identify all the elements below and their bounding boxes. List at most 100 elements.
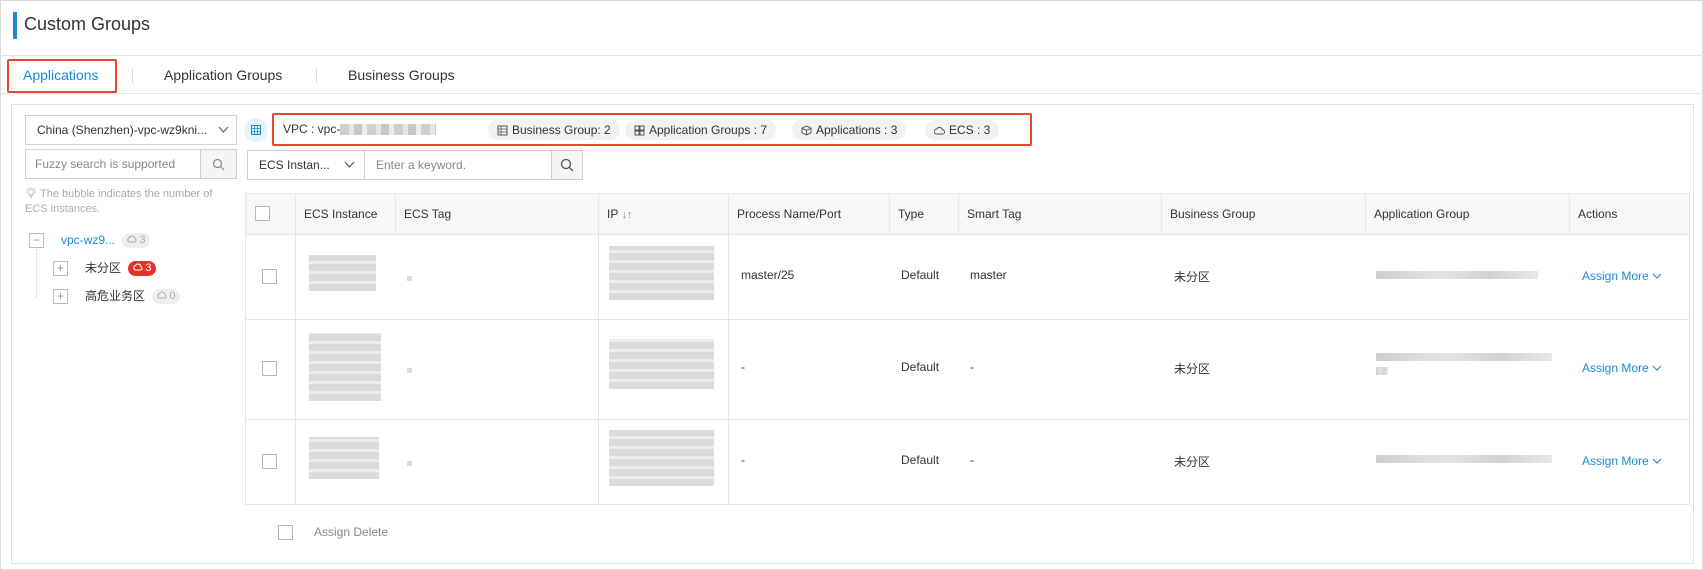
column-header-actions: Actions — [1578, 207, 1618, 221]
tree-expand-toggle[interactable]: + — [53, 261, 68, 276]
type-cell: Default — [901, 360, 940, 374]
column-divider — [598, 193, 599, 505]
filter-field-select[interactable]: ECS Instan... — [247, 150, 365, 180]
tree-search — [25, 149, 237, 179]
tab-divider — [316, 68, 317, 83]
cube-icon — [801, 125, 812, 136]
redacted-application-group — [1376, 455, 1552, 463]
bulk-select-checkbox[interactable] — [278, 525, 293, 540]
keyword-search-button[interactable] — [551, 151, 582, 179]
ecs-count-badge: 3 — [128, 261, 157, 276]
tree-node-label: vpc-wz9... — [61, 233, 116, 247]
lightbulb-icon — [26, 187, 36, 198]
row-actions: Assign More — [1582, 454, 1662, 468]
tab-bar: Applications Application Groups Business… — [0, 56, 1703, 94]
keyword-search — [364, 150, 583, 180]
tree-node-label: 高危业务区 — [85, 289, 146, 303]
vpc-id: VPC : vpc- — [283, 122, 437, 136]
row-checkbox[interactable] — [262, 361, 277, 376]
ecs-pill: ECS : 3 — [925, 120, 1000, 140]
assign-link[interactable]: Assign — [1582, 269, 1618, 283]
type-cell: Default — [901, 453, 940, 467]
type-cell: Default — [901, 268, 940, 282]
column-divider — [1365, 193, 1366, 235]
more-dropdown[interactable]: More — [1621, 361, 1662, 375]
tab-business-groups[interactable]: Business Groups — [348, 56, 455, 94]
more-dropdown[interactable]: More — [1621, 269, 1662, 283]
column-divider — [295, 193, 296, 505]
tree-connector — [36, 249, 37, 297]
tree-node-high-risk[interactable]: 高危业务区 0 — [85, 286, 181, 306]
smart-tag-cell: master — [970, 268, 1007, 282]
column-header-application-group: Application Group — [1374, 207, 1470, 221]
row-checkbox[interactable] — [262, 454, 277, 469]
more-dropdown[interactable]: More — [1621, 454, 1662, 468]
keyword-input[interactable] — [365, 151, 552, 179]
search-button[interactable] — [200, 150, 236, 178]
smart-tag-cell: - — [970, 360, 974, 374]
ecs-count-badge: 0 — [152, 289, 181, 304]
business-group-cell: 未分区 — [1174, 362, 1211, 376]
tree-node-vpc[interactable]: vpc-wz9... 3 — [61, 230, 151, 250]
process-cell: - — [741, 360, 745, 374]
region-select-value: China (Shenzhen)-vpc-wz9kni... — [37, 123, 208, 137]
row-actions: Assign More — [1582, 361, 1662, 375]
applications-pill: Applications : 3 — [792, 120, 907, 140]
assign-link[interactable]: Assign — [1582, 361, 1618, 375]
column-divider — [1569, 193, 1570, 235]
applications-table: ECS Instance ECS Tag IP ↓↑ Process Name/… — [245, 193, 1690, 505]
column-divider — [728, 193, 729, 505]
vpc-icon — [244, 118, 268, 142]
tab-applications[interactable]: Applications — [23, 56, 99, 94]
redacted-vpc-id — [340, 124, 437, 136]
bubble-hint: The bubble indicates the number of ECS i… — [25, 187, 230, 217]
tree-search-input[interactable] — [26, 150, 201, 178]
redacted-ecs-tag — [407, 276, 412, 281]
column-divider — [395, 193, 396, 235]
business-group-cell: 未分区 — [1174, 455, 1211, 469]
grid-icon — [497, 125, 508, 136]
redacted-ip — [609, 339, 714, 389]
hint-text: The bubble indicates the number of ECS i… — [25, 188, 213, 215]
row-actions: Assign More — [1582, 269, 1662, 283]
select-all-checkbox[interactable] — [255, 206, 270, 221]
region-select[interactable]: China (Shenzhen)-vpc-wz9kni... — [25, 115, 237, 145]
cloud-icon — [933, 126, 946, 135]
search-icon — [560, 158, 574, 172]
redacted-ecs-instance — [309, 437, 379, 479]
smart-tag-cell: - — [970, 453, 974, 467]
bulk-assign-button[interactable]: Assign — [314, 525, 350, 539]
redacted-ecs-instance — [309, 255, 376, 291]
row-divider — [246, 504, 1689, 505]
column-header-business-group: Business Group — [1170, 207, 1256, 221]
column-header-ecs-instance: ECS Instance — [304, 207, 378, 221]
bulk-delete-button[interactable]: Delete — [353, 525, 388, 539]
sort-icon[interactable]: ↓↑ — [621, 209, 632, 221]
apps-icon — [634, 125, 645, 136]
redacted-ip — [609, 430, 714, 486]
chevron-down-icon — [1652, 458, 1662, 464]
business-group-pill: Business Group: 2 — [488, 120, 620, 140]
tree-node-label: 未分区 — [85, 261, 122, 275]
row-checkbox[interactable] — [262, 269, 277, 284]
ecs-count-badge: 3 — [122, 233, 151, 248]
column-header-process: Process Name/Port — [737, 207, 842, 221]
column-header-smart-tag: Smart Tag — [967, 207, 1022, 221]
assign-link[interactable]: Assign — [1582, 454, 1618, 468]
tree-expand-toggle[interactable]: + — [53, 289, 68, 304]
process-cell: master/25 — [741, 268, 795, 282]
tab-application-groups[interactable]: Application Groups — [164, 56, 282, 94]
column-header-ip[interactable]: IP ↓↑ — [607, 193, 632, 235]
tree-collapse-toggle[interactable]: − — [29, 233, 44, 248]
page-header: Custom Groups — [0, 0, 1703, 56]
redacted-ecs-tag — [407, 461, 412, 466]
chevron-down-icon — [1652, 365, 1662, 371]
page-title: Custom Groups — [24, 14, 151, 34]
column-divider — [889, 193, 890, 235]
redacted-ecs-instance — [309, 333, 381, 401]
title-accent-bar — [13, 12, 17, 39]
tree-node-unpartitioned[interactable]: 未分区 3 — [85, 258, 157, 278]
search-icon — [212, 158, 225, 170]
business-group-cell: 未分区 — [1174, 270, 1211, 284]
redacted-ecs-tag — [407, 368, 412, 373]
